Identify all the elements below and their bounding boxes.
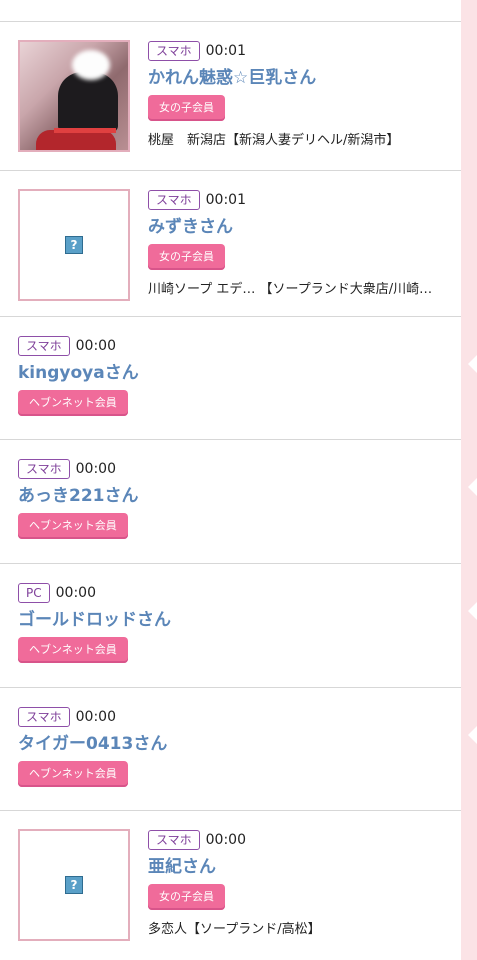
profile-photo[interactable] xyxy=(18,40,130,152)
rail-notch xyxy=(468,726,477,744)
visit-time: 00:01 xyxy=(205,43,246,59)
device-badge: スマホ xyxy=(18,459,70,479)
profile-photo-placeholder[interactable]: ? xyxy=(18,829,130,941)
broken-image-icon: ? xyxy=(65,876,83,894)
profile-photo-placeholder[interactable]: ? xyxy=(18,189,130,301)
list-item[interactable]: ? スマホ 00:00 亜紀さん 女の子会員 多恋人【ソープランド/高松】 xyxy=(0,811,461,960)
member-type-badge: 女の子会員 xyxy=(148,884,225,910)
shop-info[interactable]: 多恋人【ソープランド/高松】 xyxy=(148,918,455,937)
device-badge: スマホ xyxy=(18,336,70,356)
visitor-name-link[interactable]: kingyoyaさん xyxy=(18,362,455,384)
visitor-name-link[interactable]: 亜紀さん xyxy=(148,856,455,878)
visit-time: 00:00 xyxy=(75,709,116,725)
rail-notch xyxy=(468,355,477,373)
device-badge: スマホ xyxy=(148,41,200,61)
list-item[interactable]: スマホ 00:00 あっき221さん ヘブンネット会員 xyxy=(0,440,461,564)
visitor-feed: スマホ 00:01 かれん魅惑☆巨乳さん 女の子会員 桃屋 新潟店【新潟人妻デリ… xyxy=(0,0,461,960)
member-type-badge: ヘブンネット会員 xyxy=(18,637,128,663)
visit-time: 00:00 xyxy=(75,338,116,354)
side-rail xyxy=(461,0,477,960)
shop-info[interactable]: 川崎ソープ エデ… 【ソープランド大衆店/川崎… xyxy=(148,278,455,297)
device-badge: PC xyxy=(18,583,50,603)
previous-entry-tail xyxy=(0,0,461,22)
member-type-badge: 女の子会員 xyxy=(148,244,225,270)
visit-time: 00:00 xyxy=(75,461,116,477)
rail-notch xyxy=(468,478,477,496)
visitor-name-link[interactable]: あっき221さん xyxy=(18,485,455,507)
shop-info[interactable]: 桃屋 新潟店【新潟人妻デリヘル/新潟市】 xyxy=(148,129,455,148)
list-item[interactable]: ? スマホ 00:01 みずきさん 女の子会員 川崎ソープ エデ… 【ソープラン… xyxy=(0,171,461,317)
member-type-badge: 女の子会員 xyxy=(148,95,225,121)
broken-image-icon: ? xyxy=(65,236,83,254)
visit-time: 00:00 xyxy=(55,585,96,601)
visitor-name-link[interactable]: みずきさん xyxy=(148,216,455,238)
list-item[interactable]: PC 00:00 ゴールドロッドさん ヘブンネット会員 xyxy=(0,564,461,688)
device-badge: スマホ xyxy=(148,190,200,210)
visit-time: 00:01 xyxy=(205,192,246,208)
device-badge: スマホ xyxy=(148,830,200,850)
device-badge: スマホ xyxy=(18,707,70,727)
visitor-name-link[interactable]: タイガー0413さん xyxy=(18,733,455,755)
list-item[interactable]: スマホ 00:00 kingyoyaさん ヘブンネット会員 xyxy=(0,317,461,440)
member-type-badge: ヘブンネット会員 xyxy=(18,513,128,539)
visitor-name-link[interactable]: ゴールドロッドさん xyxy=(18,609,455,631)
list-item[interactable]: スマホ 00:00 タイガー0413さん ヘブンネット会員 xyxy=(0,688,461,811)
rail-notch xyxy=(468,602,477,620)
member-type-badge: ヘブンネット会員 xyxy=(18,761,128,787)
list-item[interactable]: スマホ 00:01 かれん魅惑☆巨乳さん 女の子会員 桃屋 新潟店【新潟人妻デリ… xyxy=(0,22,461,171)
member-type-badge: ヘブンネット会員 xyxy=(18,390,128,416)
visitor-name-link[interactable]: かれん魅惑☆巨乳さん xyxy=(148,67,455,89)
visit-time: 00:00 xyxy=(205,832,246,848)
